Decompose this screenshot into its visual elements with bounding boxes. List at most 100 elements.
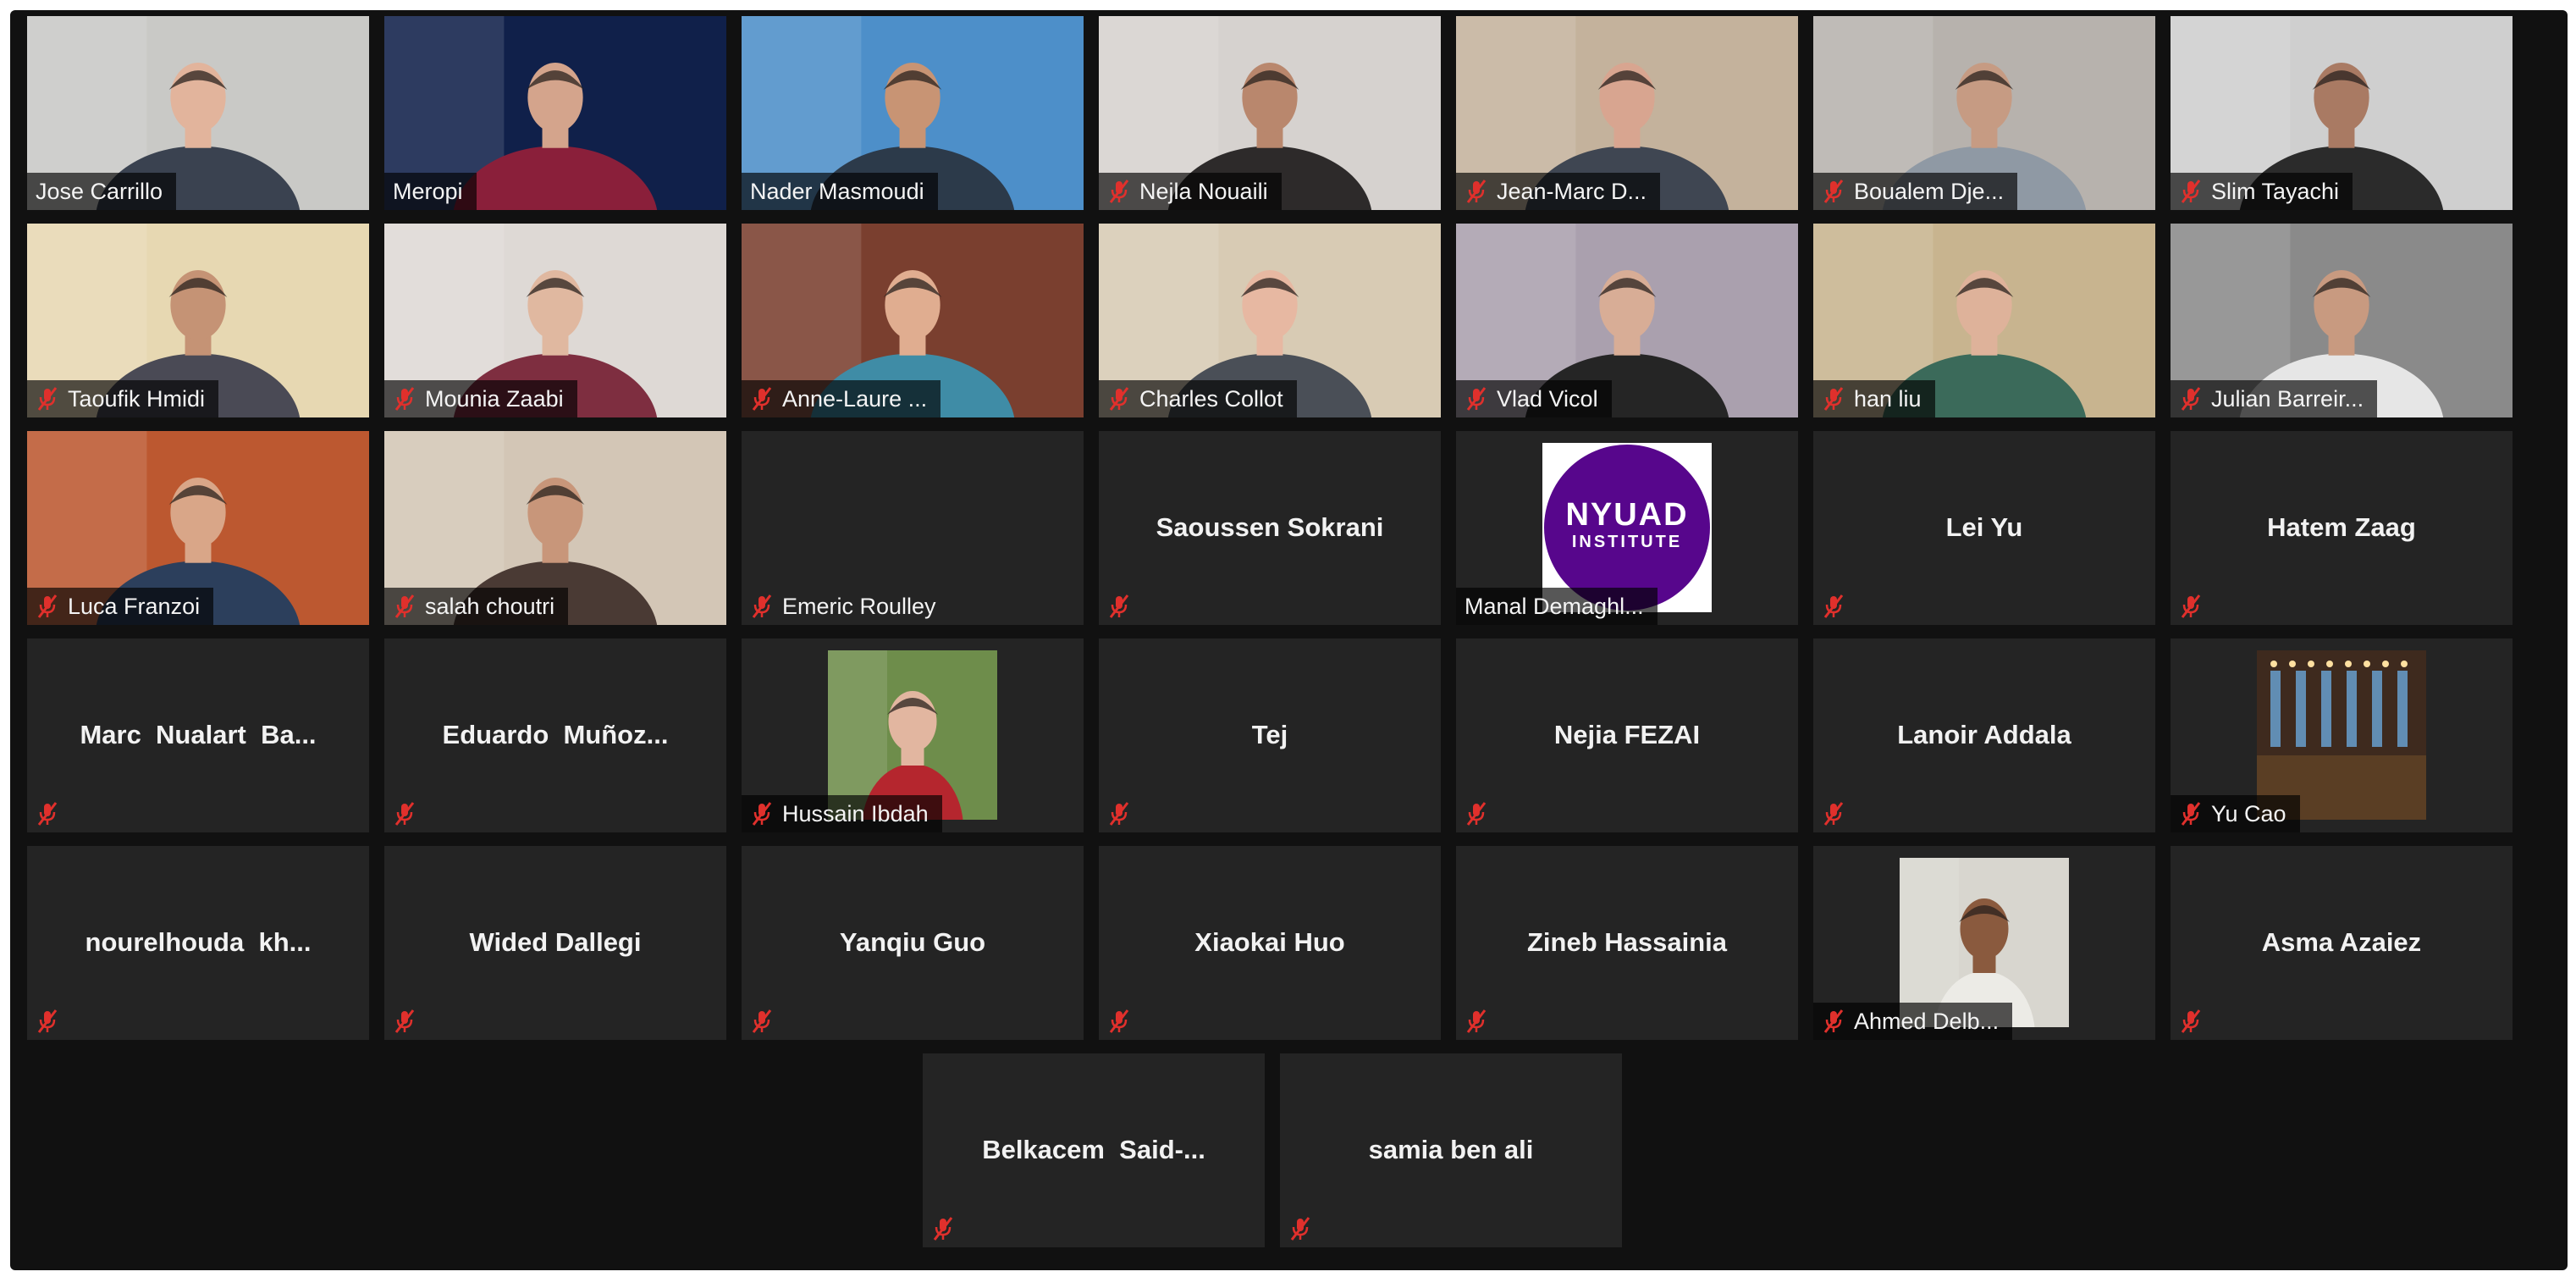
participant-tile[interactable]: Emeric Roulley [742, 431, 1084, 625]
participant-name-label: Ahmed Delb... [1813, 1003, 2013, 1040]
participant-tile[interactable]: Tej [1099, 638, 1441, 832]
participant-name-label: Jean-Marc D... [1456, 173, 1661, 210]
microphone-muted-icon [2179, 1009, 2203, 1034]
participant-name: Taoufik Hmidi [68, 385, 206, 412]
participant-tile[interactable]: Charles Collot [1099, 224, 1441, 417]
participant-tile[interactable]: Yanqiu Guo [742, 846, 1084, 1040]
participant-tile[interactable]: nourelhouda kh... [27, 846, 369, 1040]
participant-tile[interactable]: Anne-Laure ... [742, 224, 1084, 417]
logo-text-line-1: NYUAD [1565, 497, 1689, 533]
microphone-muted-icon [1822, 386, 1845, 412]
participant-tile[interactable]: Mounia Zaabi [384, 224, 726, 417]
participant-display-name: Eduardo Muñoz... [442, 720, 669, 749]
microphone-muted-icon [1822, 179, 1845, 204]
participant-name: Nejla Nouaili [1139, 178, 1268, 204]
participant-name-label [1280, 1210, 1334, 1247]
participant-name-label [1456, 795, 1510, 832]
participant-tile[interactable]: Wided Dallegi [384, 846, 726, 1040]
participant-name: Luca Franzoi [68, 593, 201, 619]
participant-name-label: Boualem Dje... [1813, 173, 2018, 210]
microphone-muted-icon [1465, 386, 1488, 412]
participant-name-label: Jose Carrillo [27, 173, 177, 210]
participant-tile[interactable]: Boualem Dje... [1813, 16, 2155, 210]
participant-tile[interactable]: Julian Barreir... [2171, 224, 2513, 417]
microphone-muted-icon [393, 594, 416, 619]
participant-tile[interactable]: Slim Tayachi [2171, 16, 2513, 210]
participant-name-label: Taoufik Hmidi [27, 380, 219, 417]
microphone-muted-icon [1288, 1216, 1312, 1241]
participant-tile[interactable]: Ahmed Delb... [1813, 846, 2155, 1040]
microphone-muted-icon [393, 1009, 416, 1034]
participant-name: Nader Masmoudi [750, 178, 924, 204]
participant-name: Hussain Ibdah [782, 800, 929, 826]
participant-tile[interactable]: Yu Cao [2171, 638, 2513, 832]
participant-tile[interactable]: salah choutri [384, 431, 726, 625]
participant-tile[interactable]: samia ben ali [1280, 1053, 1622, 1247]
participant-tile[interactable]: Lanoir Addala [1813, 638, 2155, 832]
microphone-muted-icon [36, 1009, 59, 1034]
participant-name: Boualem Dje... [1854, 178, 2005, 204]
participant-tile[interactable]: Nejia FEZAI [1456, 638, 1798, 832]
participant-name-label: Emeric Roulley [742, 588, 950, 625]
participant-name-label: Nejla Nouaili [1099, 173, 1282, 210]
participant-tile[interactable]: Nader Masmoudi [742, 16, 1084, 210]
participant-display-name: Hatem Zaag [2267, 512, 2416, 542]
participant-tile[interactable]: Lei Yu [1813, 431, 2155, 625]
participant-name-label [2171, 1003, 2225, 1040]
participant-tile[interactable]: Marc Nualart Ba... [27, 638, 369, 832]
microphone-muted-icon [1822, 801, 1845, 826]
participant-tile[interactable]: Hussain Ibdah [742, 638, 1084, 832]
participant-display-name: Tej [1251, 720, 1288, 749]
participant-tile[interactable]: Vlad Vicol [1456, 224, 1798, 417]
microphone-muted-icon [1107, 179, 1131, 204]
participant-display-name: Lanoir Addala [1897, 720, 2071, 749]
participant-tile[interactable]: NYUAD INSTITUTE Manal Demaghl... [1456, 431, 1798, 625]
participant-tile[interactable]: Eduardo Muñoz... [384, 638, 726, 832]
participant-name-label: Anne-Laure ... [742, 380, 941, 417]
participant-tile[interactable]: Zineb Hassainia [1456, 846, 1798, 1040]
microphone-muted-icon [2179, 594, 2203, 619]
participant-tile[interactable]: Asma Azaiez [2171, 846, 2513, 1040]
participant-name-label [923, 1210, 977, 1247]
microphone-muted-icon [393, 801, 416, 826]
profile-picture [828, 650, 997, 820]
participant-name-label [1813, 795, 1867, 832]
participant-name: Julian Barreir... [2211, 385, 2364, 412]
participant-tile[interactable]: han liu [1813, 224, 2155, 417]
microphone-muted-icon [36, 801, 59, 826]
participant-tile[interactable]: Jose Carrillo [27, 16, 369, 210]
participant-name-label [742, 1003, 796, 1040]
participant-name-label [1813, 588, 1867, 625]
participant-name-label [1099, 1003, 1153, 1040]
participant-name: Manal Demaghl... [1465, 593, 1644, 619]
participant-name: Slim Tayachi [2211, 178, 2340, 204]
participant-name-label: Slim Tayachi [2171, 173, 2353, 210]
participant-tile[interactable]: Saoussen Sokrani [1099, 431, 1441, 625]
participant-tile[interactable]: Luca Franzoi [27, 431, 369, 625]
participant-tile[interactable]: Belkacem Said-... [923, 1053, 1265, 1247]
participant-name-label: Yu Cao [2171, 795, 2300, 832]
participant-display-name: Wided Dallegi [469, 927, 642, 957]
participant-name-label [2171, 588, 2225, 625]
participant-display-name: Zineb Hassainia [1526, 927, 1728, 957]
participant-tile[interactable]: Hatem Zaag [2171, 431, 2513, 625]
participant-name: Yu Cao [2211, 800, 2286, 826]
participant-display-name: Xiaokai Huo [1194, 927, 1345, 957]
microphone-muted-icon [2179, 386, 2203, 412]
participant-display-name: Yanqiu Guo [839, 927, 986, 957]
participant-tile[interactable]: Xiaokai Huo [1099, 846, 1441, 1040]
participant-tile[interactable]: Taoufik Hmidi [27, 224, 369, 417]
participant-name-label [1456, 1003, 1510, 1040]
participant-name: Ahmed Delb... [1854, 1008, 2000, 1034]
participant-tile[interactable]: Jean-Marc D... [1456, 16, 1798, 210]
microphone-muted-icon [750, 386, 774, 412]
participant-name: han liu [1854, 385, 1922, 412]
participant-name-label: han liu [1813, 380, 1935, 417]
participant-name-label [1099, 795, 1153, 832]
participant-display-name: Nejia FEZAI [1553, 720, 1701, 749]
participant-name: Jean-Marc D... [1497, 178, 1647, 204]
microphone-muted-icon [36, 386, 59, 412]
participant-tile[interactable]: Meropi [384, 16, 726, 210]
microphone-muted-icon [1822, 1009, 1845, 1034]
participant-tile[interactable]: Nejla Nouaili [1099, 16, 1441, 210]
